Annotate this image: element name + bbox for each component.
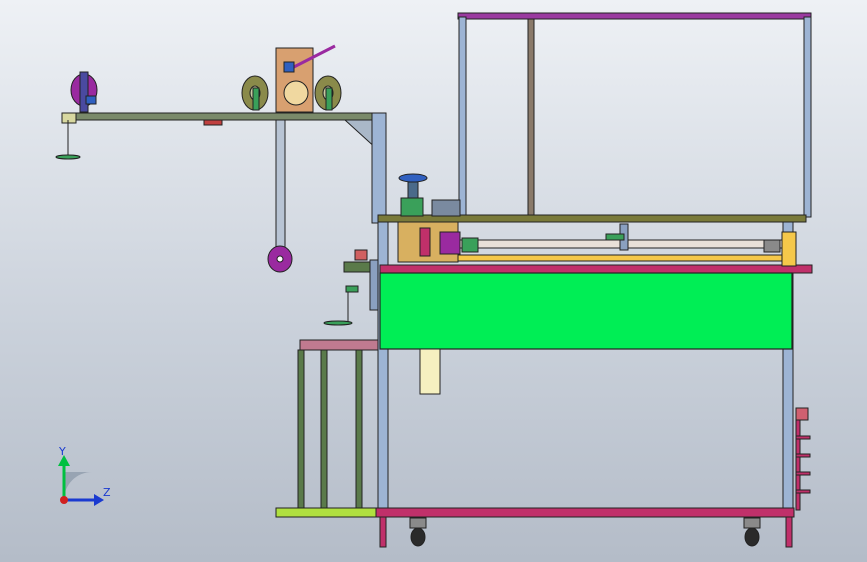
y-axis-label: Y [58,445,66,458]
side-shelf[interactable] [275,339,381,518]
x-axis-dot [60,496,68,504]
cad-viewport[interactable]: Y Z [0,0,867,562]
caster-left[interactable] [409,517,427,547]
upper-frame[interactable] [457,12,812,218]
machine-base[interactable] [375,507,795,548]
side-feeder[interactable] [323,249,379,326]
reel-olive-left[interactable] [241,75,269,111]
cylinder[interactable] [419,348,441,395]
green-panel[interactable] [379,272,793,350]
reel-olive-right[interactable] [314,75,342,111]
reel-left-purple[interactable] [70,71,98,113]
z-axis-label: Z [103,486,111,499]
coordinate-triad: Y Z [58,445,111,506]
right-bracket[interactable] [795,407,811,511]
cantilever-arm[interactable] [55,112,387,273]
caster-right[interactable] [743,517,761,547]
machine-drawing[interactable]: Y Z [0,0,867,562]
